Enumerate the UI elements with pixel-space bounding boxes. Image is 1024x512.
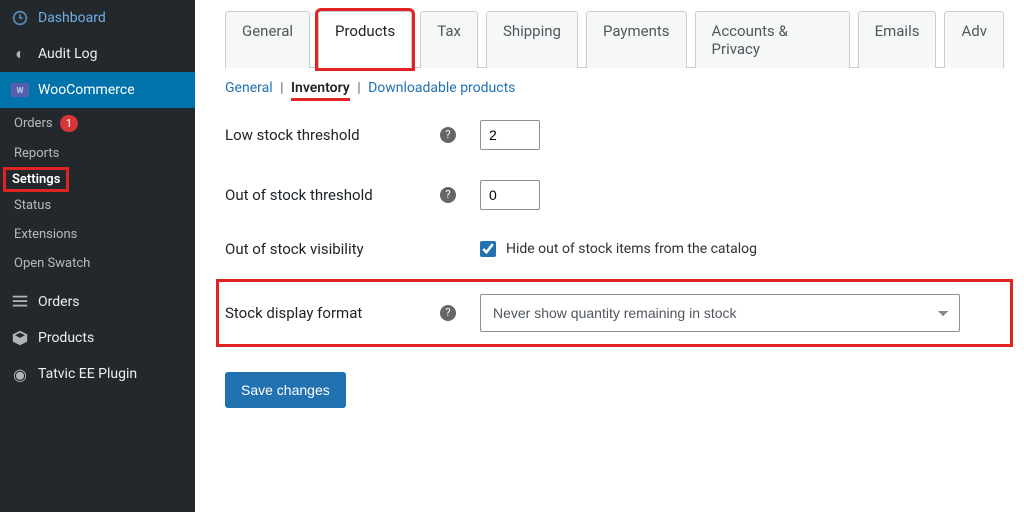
sidebar-label: Tatvic EE Plugin: [38, 366, 137, 382]
row-visibility: Out of stock visibility Hide out of stoc…: [225, 240, 1004, 258]
save-button[interactable]: Save changes: [225, 372, 346, 408]
package-icon: [10, 328, 30, 348]
subnav-inventory[interactable]: Inventory: [291, 80, 350, 101]
list-icon: [10, 292, 30, 312]
visibility-check-label: Hide out of stock items from the catalog: [506, 241, 757, 257]
tab-payments[interactable]: Payments: [586, 11, 687, 68]
help-icon[interactable]: ?: [440, 305, 456, 321]
sidebar-label: Audit Log: [38, 46, 98, 62]
tab-tax[interactable]: Tax: [420, 11, 478, 68]
row-stock-display: Stock display format ? Never show quanti…: [225, 288, 1004, 338]
sub-navigation: General | Inventory | Downloadable produ…: [225, 80, 1004, 96]
sidebar-item-woocommerce[interactable]: W WooCommerce: [0, 72, 195, 108]
subnav-sep: |: [276, 80, 287, 96]
sidebar-label: Products: [38, 330, 94, 346]
low-stock-label: Low stock threshold: [225, 126, 360, 144]
sidebar-label: WooCommerce: [38, 82, 135, 98]
sidebar-item-dashboard[interactable]: Dashboard: [0, 0, 195, 36]
subnav-general[interactable]: General: [225, 80, 273, 96]
sidebar-item-products[interactable]: Products: [0, 320, 195, 356]
help-icon[interactable]: ?: [440, 127, 456, 143]
tab-products[interactable]: Products: [318, 11, 412, 68]
sidebar-item-audit-log[interactable]: ◐ Audit Log: [0, 36, 195, 72]
woocommerce-icon: W: [10, 80, 30, 100]
row-out-stock: Out of stock threshold ?: [225, 180, 1004, 210]
subnav-downloadable[interactable]: Downloadable products: [368, 80, 515, 96]
visibility-label: Out of stock visibility: [225, 240, 364, 258]
sidebar-sub-orders[interactable]: Orders 1: [0, 108, 195, 139]
sidebar-sub-reports[interactable]: Reports: [0, 139, 195, 168]
out-stock-input[interactable]: [480, 180, 540, 210]
sidebar-sub-settings[interactable]: Settings: [4, 168, 68, 191]
sidebar-item-tatvic[interactable]: ◉ Tatvic EE Plugin: [0, 356, 195, 392]
sidebar-item-orders[interactable]: Orders: [0, 284, 195, 320]
sidebar-sub-extensions[interactable]: Extensions: [0, 220, 195, 249]
low-stock-input[interactable]: [480, 120, 540, 150]
tab-shipping[interactable]: Shipping: [486, 11, 578, 68]
subnav-sep: |: [353, 80, 364, 96]
sidebar-label: Orders: [38, 294, 80, 310]
stock-display-label: Stock display format: [225, 304, 362, 322]
sidebar-sub-label: Orders: [14, 116, 53, 131]
tab-emails[interactable]: Emails: [858, 11, 937, 68]
sidebar-sub-status[interactable]: Status: [0, 191, 195, 220]
dashboard-icon: [10, 8, 30, 28]
help-icon[interactable]: ?: [440, 187, 456, 203]
tab-accounts[interactable]: Accounts & Privacy: [695, 11, 850, 68]
settings-tabs: General Products Tax Shipping Payments A…: [225, 10, 1004, 68]
tab-adv[interactable]: Adv: [944, 11, 1004, 68]
row-low-stock: Low stock threshold ?: [225, 120, 1004, 150]
tab-general[interactable]: General: [225, 11, 310, 68]
out-stock-label: Out of stock threshold: [225, 186, 373, 204]
plugin-icon: ◉: [10, 364, 30, 384]
visibility-checkbox[interactable]: [480, 241, 496, 257]
admin-sidebar: Dashboard ◐ Audit Log W WooCommerce Orde…: [0, 0, 195, 512]
sidebar-sub-open-swatch[interactable]: Open Swatch: [0, 249, 195, 278]
audit-icon: ◐: [10, 44, 30, 64]
orders-badge: 1: [60, 115, 78, 132]
sidebar-label: Dashboard: [38, 10, 106, 26]
stock-display-select[interactable]: Never show quantity remaining in stock: [480, 294, 960, 332]
main-content: General Products Tax Shipping Payments A…: [195, 0, 1024, 512]
